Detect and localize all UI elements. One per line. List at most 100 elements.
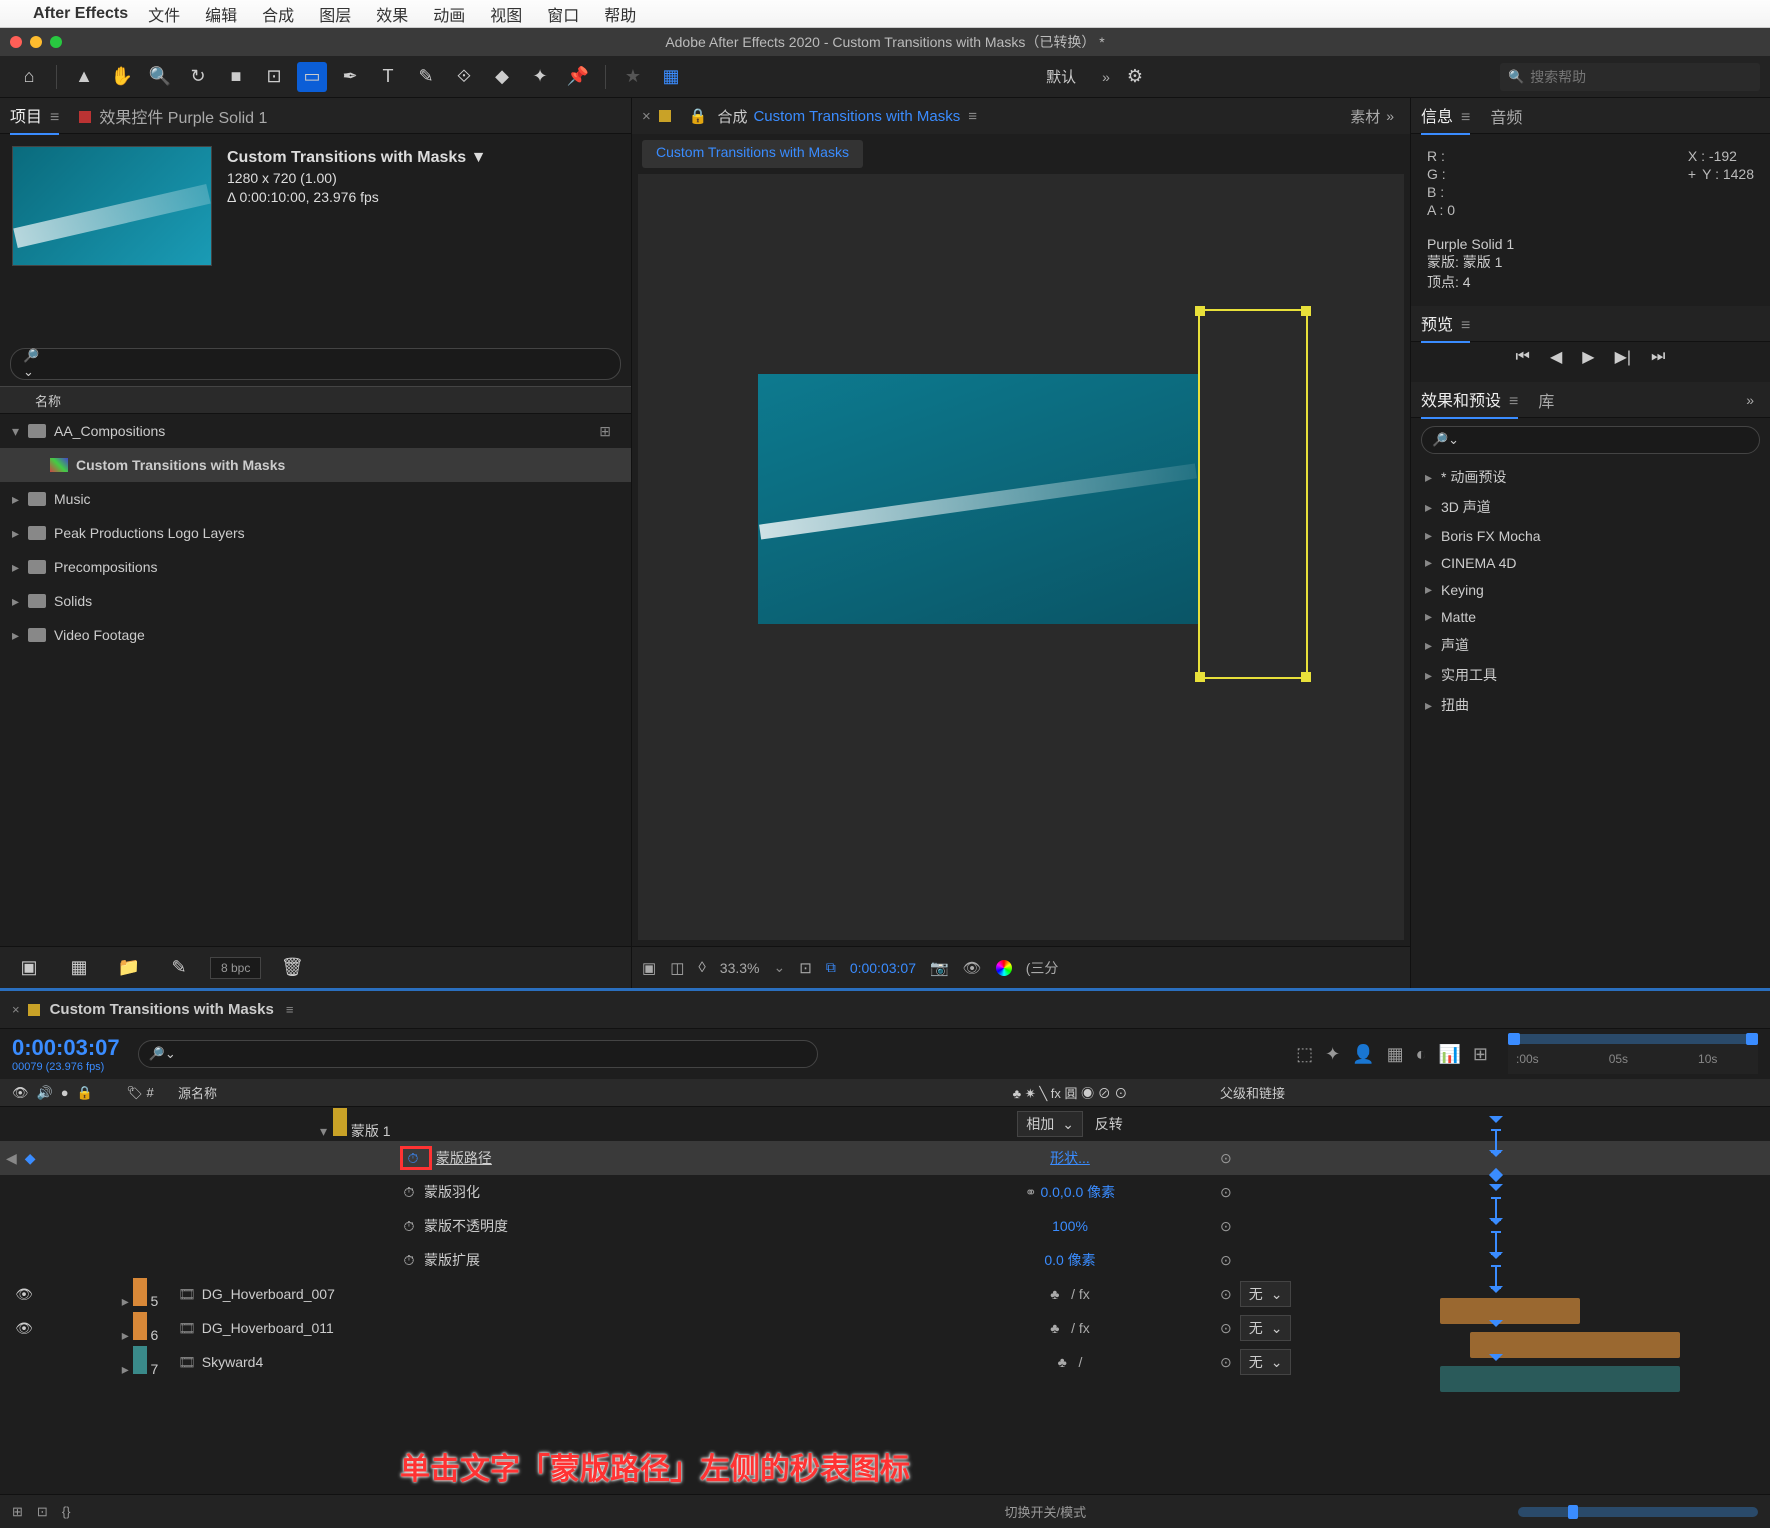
menu-effect[interactable]: 效果 [376,2,408,26]
effects-item-c4d[interactable]: ▸CINEMA 4D [1421,549,1760,576]
effects-item-utility[interactable]: ▸实用工具 [1421,660,1760,690]
graph-editor-button[interactable]: 📊 [1438,1044,1460,1065]
timeline-ruler[interactable]: :00s05s10s [1508,1044,1758,1074]
layer-row-5[interactable]: 👁 ▸ 5 🎞DG_Hoverboard_007 ♣ / fx ⊙无 ⌄ [0,1277,1770,1311]
opacity-value[interactable]: 100% [1052,1218,1088,1234]
mask-handle-bottom-right[interactable] [1301,672,1311,682]
parent-pickwhip-icon[interactable]: ⊙ [1220,1150,1232,1166]
show-snapshot-button[interactable]: 👁 [963,959,982,977]
comp-name-label[interactable]: Custom Transitions with Masks ▼ [227,149,486,167]
effect-controls-tab[interactable]: 效果控件 Purple Solid 1 [79,98,267,134]
effects-item-distort[interactable]: ▸扭曲 [1421,690,1760,720]
folder-music[interactable]: ▸Music [0,482,631,516]
mask-opacity-stopwatch[interactable]: ⏱ [400,1218,418,1236]
viewer-mask-icon[interactable]: ⧉ [826,959,836,976]
workspace-dropdown[interactable]: 默认 [1036,66,1096,87]
puppet-tool[interactable]: 📌 [563,62,593,92]
last-frame-button[interactable]: ⏭ [1651,348,1665,366]
mask-path-row[interactable]: ◀ ◆ ⏱ 蒙版路径 形状... ⊙ [0,1141,1770,1175]
effects-item-matte[interactable]: ▸Matte [1421,603,1760,630]
bpc-toggle[interactable]: 8 bpc [210,957,261,979]
clone-tool[interactable]: ⟐ [449,62,479,92]
eraser-tool[interactable]: ◆ [487,62,517,92]
viewer-full-icon[interactable]: ⊡ [799,959,812,977]
index-column[interactable]: # [146,1085,153,1100]
shy-button[interactable]: 👤 [1352,1044,1374,1065]
mask-handle-bottom-left[interactable] [1195,672,1205,682]
mask-feather-row[interactable]: ⏱蒙版羽化 ⚭ 0.0,0.0 像素 ⊙ [0,1175,1770,1209]
menu-file[interactable]: 文件 [148,2,180,26]
viewer-more-button[interactable]: » [1380,108,1400,124]
type-tool[interactable]: T [373,62,403,92]
selection-tool[interactable]: ▲ [69,62,99,92]
timeline-close-tab[interactable]: × [12,1002,20,1017]
project-search-field[interactable]: 🔎⌄ [10,348,621,380]
parent-pickwhip-icon[interactable]: ⊙ [1220,1320,1232,1336]
project-column-header[interactable]: 名称 [0,386,631,414]
mask-shape-value[interactable]: 形状... [1050,1150,1090,1166]
layer-visibility-toggle[interactable]: 👁 [12,1320,36,1337]
info-tab[interactable]: 信息≡ [1421,97,1470,135]
mask-feather-stopwatch[interactable]: ⏱ [400,1184,418,1202]
play-button[interactable]: ▶ [1582,347,1594,367]
pen-tool[interactable]: ✒ [335,62,365,92]
effects-item-presets[interactable]: ▸* 动画预设 [1421,462,1760,492]
zoom-tool[interactable]: 🔍 [145,62,175,92]
folder-peak[interactable]: ▸Peak Productions Logo Layers [0,516,631,550]
menu-window[interactable]: 窗口 [547,2,579,26]
frame-blend-button[interactable]: ▦ [1387,1044,1404,1065]
close-window-button[interactable] [10,36,22,48]
roto-tool[interactable]: ✦ [525,62,555,92]
comp-mini-flowchart-button[interactable]: ⬚ [1296,1044,1313,1065]
first-frame-button[interactable]: ⏮ [1516,348,1530,366]
layer-bar[interactable] [1440,1298,1580,1324]
work-area-end-handle[interactable] [1746,1033,1758,1045]
resolution-dropdown[interactable]: (三分 [1026,958,1059,978]
parent-pickwhip-icon[interactable]: ⊙ [1220,1184,1232,1200]
interpret-footage-button[interactable]: ▣ [14,953,44,983]
source-name-column[interactable]: 源名称 [170,1083,930,1102]
project-search-input[interactable] [49,357,608,372]
prev-frame-button[interactable]: ◀ [1550,347,1562,367]
folder-aa-compositions[interactable]: ▾AA_Compositions⊞ [0,414,631,448]
workspace-more-button[interactable]: » [1096,69,1116,85]
brush-tool[interactable]: ✎ [411,62,441,92]
parent-dropdown[interactable]: 无 ⌄ [1240,1315,1292,1341]
viewer-breadcrumb[interactable]: Custom Transitions with Masks [642,140,863,168]
comp-item-selected[interactable]: Custom Transitions with Masks [0,448,631,482]
pan-behind-tool[interactable]: ⊡ [259,62,289,92]
color-management-icon[interactable] [996,960,1012,976]
effects-item-audio[interactable]: ▸声道 [1421,630,1760,660]
comp-close-tab[interactable]: × [642,108,651,125]
next-frame-button[interactable]: ▶| [1615,347,1631,367]
minimize-window-button[interactable] [30,36,42,48]
mask-expansion-stopwatch[interactable]: ⏱ [400,1252,418,1270]
parent-dropdown[interactable]: 无 ⌄ [1240,1281,1292,1307]
motion-blur-button[interactable]: ◐ [1416,1044,1427,1065]
search-help-field[interactable]: 🔍 [1500,63,1760,91]
search-help-input[interactable] [1530,69,1752,85]
footage-tab[interactable]: 素材 [1350,106,1380,127]
toggle-modes-button[interactable]: ⊡ [37,1504,48,1520]
adjust-button[interactable]: ✎ [164,953,194,983]
menu-help[interactable]: 帮助 [604,2,636,26]
folder-precomps[interactable]: ▸Precompositions [0,550,631,584]
folder-solids[interactable]: ▸Solids [0,584,631,618]
mask-mode-dropdown[interactable]: 相加 ⌄ [1017,1111,1083,1137]
parent-pickwhip-icon[interactable]: ⊙ [1220,1252,1232,1268]
av-column-header[interactable]: 👁 🔊 ● 🔒 [0,1085,110,1101]
zoom-dropdown[interactable]: 33.3% [720,960,760,976]
camera-tool[interactable]: ■ [221,62,251,92]
viewer-transparency-icon[interactable]: ◊ [698,959,705,976]
effects-item-boris[interactable]: ▸Boris FX Mocha [1421,522,1760,549]
mask-path-stopwatch[interactable]: ⏱ [404,1150,422,1168]
macos-menubar[interactable]: After Effects 文件 编辑 合成 图层 效果 动画 视图 窗口 帮助 [0,0,1770,28]
timeline-search-field[interactable]: 🔎⌄ [138,1040,818,1068]
brainstorm-button[interactable]: ⊞ [1473,1044,1488,1065]
snapshot-button[interactable]: 📷 [930,959,949,977]
new-folder-button[interactable]: 📁 [114,953,144,983]
menu-layer[interactable]: 图层 [319,2,351,26]
parent-column[interactable]: 父级和链接 [1210,1083,1440,1102]
link-icon[interactable]: ⚭ [1025,1184,1037,1200]
home-button[interactable]: ⌂ [14,62,44,92]
